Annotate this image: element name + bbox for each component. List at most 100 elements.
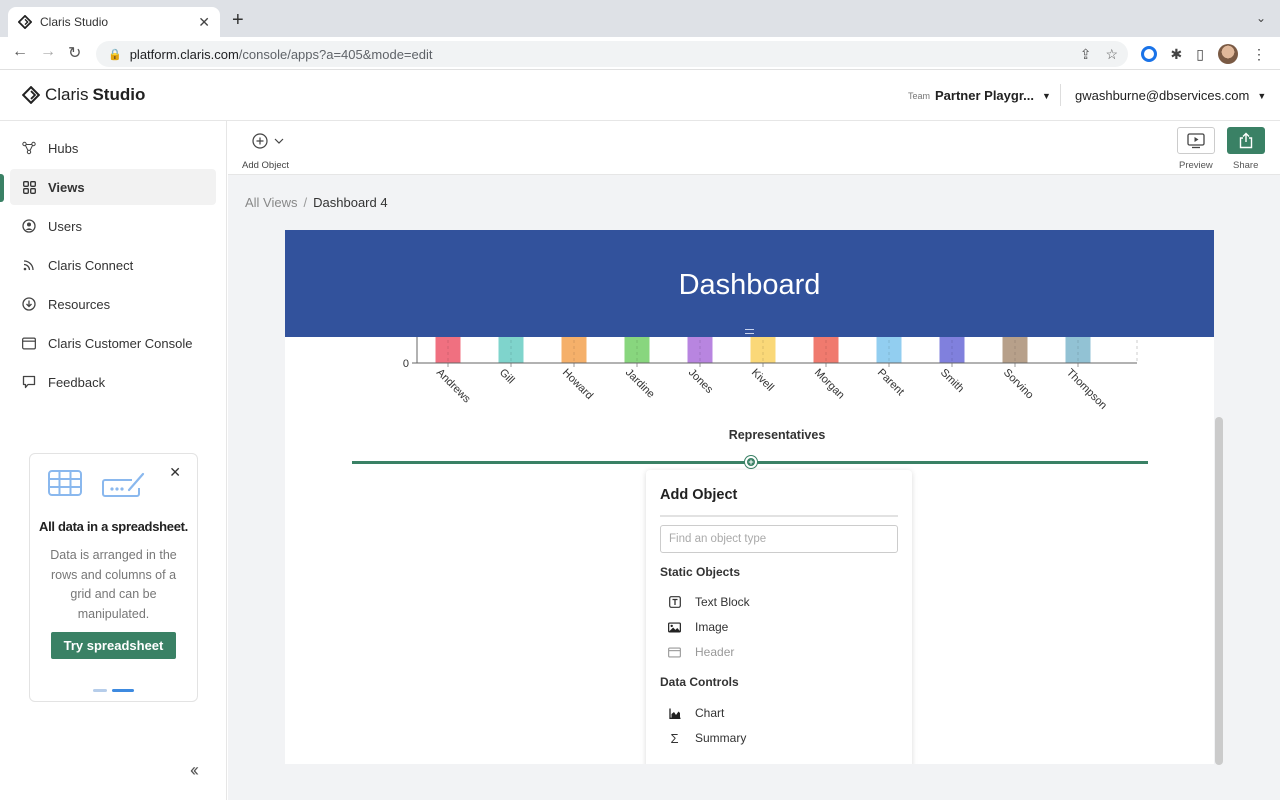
menu-item-label: Chart [695, 706, 725, 720]
tab-search-chevron-icon[interactable]: ⌄ [1256, 11, 1266, 25]
promo-body: Data is arranged in the rows and columns… [50, 548, 177, 621]
chart-x-tick-label: Gill [497, 367, 517, 387]
side-panel-icon[interactable]: ▯ [1196, 46, 1204, 63]
share-page-icon[interactable]: ⇪ [1080, 46, 1092, 63]
sidebar-item-label: Feedback [48, 374, 106, 390]
drag-handle-icon[interactable] [745, 329, 754, 334]
breadcrumb-separator: / [303, 195, 308, 210]
user-email: gwashburne@dbservices.com [1075, 88, 1250, 103]
menu-item-label: Image [695, 620, 729, 634]
chart-x-tick-label: Jones [686, 367, 716, 397]
claris-studio-logo[interactable]: Claris Studio [22, 85, 145, 105]
sidebar-item-hubs[interactable]: Hubs [10, 130, 216, 166]
speech-bubble-icon [22, 375, 36, 389]
canvas-scrollbar[interactable] [1215, 417, 1223, 765]
browser-menu-icon[interactable]: ⋮ [1252, 46, 1266, 63]
password-manager-icon[interactable] [1140, 46, 1157, 62]
chart-x-tick-label: Kivell [749, 367, 776, 394]
chart-x-tick-label: Andrews [434, 367, 473, 406]
sidebar-item-feedback[interactable]: Feedback [10, 364, 216, 400]
popover-title: Add Object [660, 487, 738, 503]
popover-divider [660, 515, 898, 517]
chart-x-tick-label: Parent [875, 367, 906, 398]
menu-item-summary[interactable]: Σ Summary [668, 730, 747, 746]
sidebar-item-users[interactable]: Users [10, 208, 216, 244]
profile-avatar[interactable] [1218, 44, 1238, 64]
share-label: Share [1233, 160, 1259, 171]
object-type-search-input[interactable] [660, 525, 898, 553]
add-object-label: Add Object [242, 160, 289, 171]
menu-item-chart[interactable]: Chart [668, 706, 724, 720]
lock-icon: 🔒 [108, 48, 122, 61]
tab-close-icon[interactable]: ✕ [198, 14, 210, 31]
sidebar-item-resources[interactable]: Resources [10, 286, 216, 322]
menu-item-label: Summary [695, 731, 747, 745]
user-menu[interactable]: gwashburne@dbservices.com ▼ [1075, 88, 1266, 103]
chart-icon [668, 707, 681, 720]
header-divider [1060, 84, 1061, 106]
bookmark-star-icon[interactable]: ☆ [1105, 46, 1118, 63]
dashboard-canvas: Dashboard Andrews Gill Howard Jardine Jones K… [285, 230, 1214, 764]
pagination-dot[interactable] [93, 689, 107, 692]
promo-pagination [93, 689, 134, 692]
dashboard-header[interactable]: Dashboard [285, 230, 1214, 337]
editor-toolbar: Add Object Preview Share [228, 121, 1280, 175]
grid-icon [22, 180, 36, 194]
sidebar-item-label: Views [48, 179, 85, 195]
breadcrumb: All Views / Dashboard 4 [245, 195, 388, 210]
try-spreadsheet-button[interactable]: Try spreadsheet [51, 632, 176, 659]
menu-item-text-block[interactable]: Text Block [668, 595, 750, 609]
add-object-handle[interactable]: + [745, 456, 757, 468]
breadcrumb-all-views[interactable]: All Views [245, 195, 298, 210]
chart-x-tick-label: Morgan [812, 367, 847, 402]
app-header: Claris Studio Team Partner Playgr... ▼ gw… [0, 70, 1280, 121]
team-selector[interactable]: Team Partner Playgr... ▼ [908, 88, 1051, 103]
back-icon[interactable]: ← [12, 43, 28, 61]
hubs-icon [22, 141, 36, 155]
sidebar-item-views[interactable]: Views [10, 169, 216, 205]
text-block-icon [668, 596, 681, 609]
collapse-sidebar-icon[interactable]: ‹‹ [190, 760, 199, 781]
header-icon [668, 646, 681, 659]
browser-tab[interactable]: Claris Studio ✕ [8, 7, 220, 37]
sidebar: Hubs Views Users Claris Connect Resource… [0, 121, 227, 800]
download-circle-icon [22, 297, 36, 311]
sidebar-item-claris-connect[interactable]: Claris Connect [10, 247, 216, 283]
window-icon [22, 336, 36, 350]
dashboard-title: Dashboard [678, 269, 821, 301]
menu-item-image[interactable]: Image [668, 620, 728, 634]
chart-x-tick-label: Smith [938, 367, 966, 395]
logo-text: Claris [45, 85, 89, 104]
share-button[interactable] [1227, 127, 1265, 154]
url-path: /console/apps?a=405&mode=edit [238, 46, 433, 62]
pagination-dot-active[interactable] [112, 689, 134, 692]
claris-favicon-icon [18, 15, 32, 29]
sigma-icon: Σ [670, 730, 679, 746]
breadcrumb-current: Dashboard 4 [313, 195, 388, 210]
menu-item-header[interactable]: Header [668, 645, 734, 659]
chart-x-tick-label: Thompson [1064, 367, 1109, 412]
reload-icon[interactable]: ↻ [68, 43, 81, 63]
image-icon [668, 621, 681, 634]
new-tab-icon[interactable]: + [232, 9, 244, 32]
extensions-puzzle-icon[interactable]: ✱ [1171, 46, 1183, 63]
preview-button[interactable] [1177, 127, 1215, 154]
add-object-button[interactable]: Add Object [242, 131, 289, 171]
spreadsheet-promo-card: ✕ All data in a spreadsheet. Data is arr… [29, 453, 198, 702]
close-icon[interactable]: ✕ [169, 464, 181, 481]
sidebar-item-claris-customer-console[interactable]: Claris Customer Console [10, 325, 216, 361]
preview-monitor-icon [1187, 132, 1205, 148]
address-bar: ← → ↻ 🔒 platform.claris.com/console/apps… [0, 37, 1280, 70]
forward-icon[interactable]: → [40, 43, 56, 61]
browser-tab-bar: Claris Studio ✕ + ⌄ [0, 0, 1280, 37]
active-indicator [0, 174, 4, 202]
sidebar-item-label: Claris Customer Console [48, 335, 193, 351]
add-object-popover: Add Object Static Objects Text Block Ima… [646, 470, 912, 764]
chevron-down-icon: ▼ [1042, 90, 1051, 101]
url-input[interactable]: 🔒 platform.claris.com/console/apps?a=405… [96, 41, 1128, 67]
tab-title: Claris Studio [40, 15, 109, 29]
spreadsheet-grid-icon [48, 470, 82, 496]
chart-x-tick-label: Jardine [623, 367, 657, 401]
main-area: Add Object Preview Share All Views / Das… [228, 121, 1280, 800]
chart-x-tick-label: Howard [560, 367, 595, 402]
